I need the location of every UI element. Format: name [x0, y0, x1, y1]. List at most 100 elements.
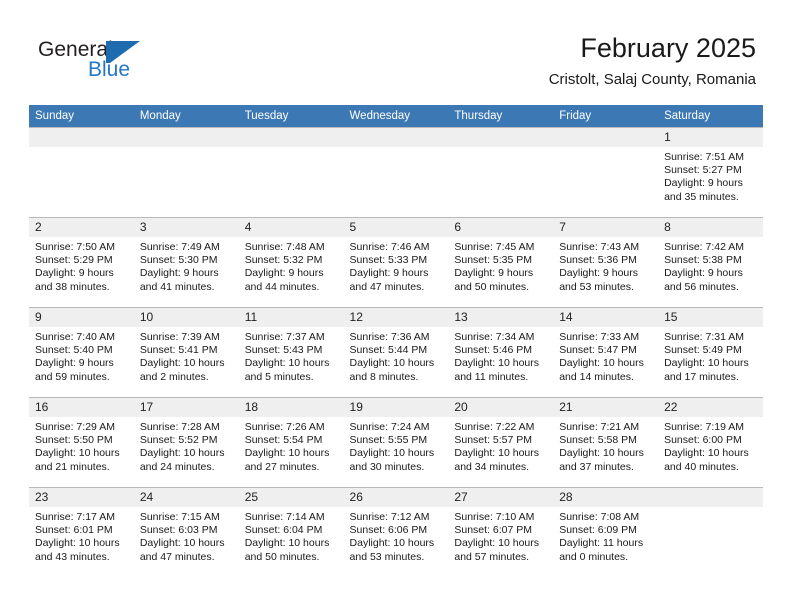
- daylight-duration-line2: and 34 minutes.: [454, 460, 530, 473]
- day-number: 3: [133, 218, 239, 237]
- day-number: 17: [133, 398, 239, 417]
- day-number: 14: [553, 308, 659, 327]
- day-cell[interactable]: 20 Sunrise: 7:22 AM Sunset: 5:57 PM Dayligh…: [448, 397, 554, 487]
- day-cell[interactable]: 4 Sunrise: 7:48 AM Sunset: 5:32 PM Daylight…: [238, 217, 344, 307]
- day-cell[interactable]: 27 Sunrise: 7:10 AM Sunset: 6:07 PM Dayligh…: [448, 487, 554, 577]
- day-cell[interactable]: 28 Sunrise: 7:08 AM Sunset: 6:09 PM Dayligh…: [553, 487, 659, 577]
- empty-day-cell: [448, 127, 554, 217]
- calendar-cell: [133, 127, 239, 217]
- daylight-duration-line1: Daylight: 10 hours: [454, 447, 540, 460]
- calendar-week-row: 2 Sunrise: 7:50 AM Sunset: 5:29 PM Daylight…: [29, 217, 763, 307]
- day-sun-info: Sunrise: 7:48 AM Sunset: 5:32 PM Daylight:…: [239, 237, 344, 294]
- sunrise-time: Sunrise: 7:40 AM: [35, 331, 115, 343]
- calendar-cell: 13 Sunrise: 7:34 AM Sunset: 5:46 PM Dayligh…: [448, 307, 554, 397]
- sunrise-time: Sunrise: 7:45 AM: [454, 241, 535, 253]
- weekday-header-sunday: Sunday: [29, 105, 134, 127]
- day-number: 9: [29, 308, 134, 327]
- daylight-duration-line2: and 5 minutes.: [244, 370, 314, 383]
- sunrise-time: Sunrise: 7:28 AM: [139, 421, 220, 433]
- calendar-cell: 8 Sunrise: 7:42 AM Sunset: 5:38 PM Daylight…: [658, 217, 763, 307]
- sunrise-time: Sunrise: 7:21 AM: [559, 421, 640, 433]
- day-cell[interactable]: 22 Sunrise: 7:19 AM Sunset: 6:00 PM Dayligh…: [658, 397, 763, 487]
- day-sun-info: Sunrise: 7:28 AM Sunset: 5:52 PM Daylight:…: [134, 417, 239, 474]
- day-cell[interactable]: 1 Sunrise: 7:51 AM Sunset: 5:27 PM Daylight…: [658, 127, 763, 217]
- weekday-header-wednesday: Wednesday: [343, 105, 449, 127]
- day-cell[interactable]: 10 Sunrise: 7:39 AM Sunset: 5:41 PM Dayligh…: [133, 307, 239, 397]
- daylight-duration-line1: Daylight: 10 hours: [244, 357, 330, 370]
- daylight-duration-line2: and 59 minutes.: [35, 370, 110, 383]
- day-cell[interactable]: 24 Sunrise: 7:15 AM Sunset: 6:03 PM Dayligh…: [133, 487, 239, 577]
- daylight-duration-line1: Daylight: 9 hours: [454, 267, 534, 280]
- daylight-duration-line2: and 24 minutes.: [139, 460, 215, 473]
- weekday-header-friday: Friday: [553, 105, 659, 127]
- day-cell[interactable]: 25 Sunrise: 7:14 AM Sunset: 6:04 PM Dayligh…: [238, 487, 344, 577]
- sunset-time: Sunset: 5:43 PM: [244, 344, 323, 357]
- day-cell[interactable]: 15 Sunrise: 7:31 AM Sunset: 5:49 PM Dayligh…: [658, 307, 763, 397]
- day-cell[interactable]: 17 Sunrise: 7:28 AM Sunset: 5:52 PM Dayligh…: [133, 397, 239, 487]
- sunrise-time: Sunrise: 7:17 AM: [35, 511, 115, 523]
- day-cell[interactable]: 9 Sunrise: 7:40 AM Sunset: 5:40 PM Daylight…: [29, 307, 134, 397]
- calendar-cell: 24 Sunrise: 7:15 AM Sunset: 6:03 PM Dayligh…: [133, 487, 239, 577]
- sunset-time: Sunset: 5:40 PM: [35, 344, 113, 357]
- daylight-duration-line1: Daylight: 10 hours: [244, 537, 330, 550]
- day-cell[interactable]: 7 Sunrise: 7:43 AM Sunset: 5:36 PM Daylight…: [553, 217, 659, 307]
- sunset-time: Sunset: 5:57 PM: [454, 434, 533, 447]
- day-cell[interactable]: 8 Sunrise: 7:42 AM Sunset: 5:38 PM Daylight…: [658, 217, 763, 307]
- calendar-cell: 4 Sunrise: 7:48 AM Sunset: 5:32 PM Daylight…: [238, 217, 344, 307]
- daylight-duration-line1: Daylight: 10 hours: [349, 537, 435, 550]
- day-number: 20: [448, 398, 554, 417]
- sunset-time: Sunset: 6:04 PM: [244, 524, 323, 537]
- sunset-time: Sunset: 5:30 PM: [139, 254, 218, 267]
- day-cell[interactable]: 11 Sunrise: 7:37 AM Sunset: 5:43 PM Dayligh…: [238, 307, 344, 397]
- day-cell[interactable]: 18 Sunrise: 7:26 AM Sunset: 5:54 PM Dayligh…: [238, 397, 344, 487]
- day-cell[interactable]: 19 Sunrise: 7:24 AM Sunset: 5:55 PM Dayligh…: [343, 397, 449, 487]
- day-sun-info: Sunrise: 7:21 AM Sunset: 5:58 PM Daylight:…: [553, 417, 658, 474]
- calendar-cell: 10 Sunrise: 7:39 AM Sunset: 5:41 PM Dayligh…: [133, 307, 239, 397]
- day-number: 24: [133, 488, 239, 507]
- day-cell[interactable]: 21 Sunrise: 7:21 AM Sunset: 5:58 PM Dayligh…: [553, 397, 659, 487]
- day-cell[interactable]: 12 Sunrise: 7:36 AM Sunset: 5:44 PM Dayligh…: [343, 307, 449, 397]
- calendar-cell: 7 Sunrise: 7:43 AM Sunset: 5:36 PM Daylight…: [553, 217, 659, 307]
- day-sun-info: Sunrise: 7:43 AM Sunset: 5:36 PM Daylight:…: [553, 237, 658, 294]
- calendar-cell: 2 Sunrise: 7:50 AM Sunset: 5:29 PM Daylight…: [29, 217, 134, 307]
- day-cell[interactable]: 26 Sunrise: 7:12 AM Sunset: 6:06 PM Dayligh…: [343, 487, 449, 577]
- day-cell[interactable]: 5 Sunrise: 7:46 AM Sunset: 5:33 PM Daylight…: [343, 217, 449, 307]
- brand-name-blue: Blue: [88, 58, 131, 81]
- day-cell[interactable]: 3 Sunrise: 7:49 AM Sunset: 5:30 PM Daylight…: [133, 217, 239, 307]
- calendar-cell: [238, 127, 344, 217]
- daylight-duration-line2: and 57 minutes.: [454, 550, 530, 563]
- sunrise-time: Sunrise: 7:51 AM: [664, 151, 745, 163]
- day-sun-info: Sunrise: 7:10 AM Sunset: 6:07 PM Daylight:…: [448, 507, 553, 564]
- sunset-time: Sunset: 6:07 PM: [454, 524, 533, 537]
- day-sun-info: Sunrise: 7:26 AM Sunset: 5:54 PM Daylight:…: [239, 417, 344, 474]
- day-cell[interactable]: 23 Sunrise: 7:17 AM Sunset: 6:01 PM Dayligh…: [29, 487, 134, 577]
- sunset-time: Sunset: 5:52 PM: [139, 434, 218, 447]
- calendar-week-row: 23 Sunrise: 7:17 AM Sunset: 6:01 PM Dayligh…: [29, 487, 763, 577]
- sunrise-time: Sunrise: 7:34 AM: [454, 331, 535, 343]
- daylight-duration-line1: Daylight: 9 hours: [35, 267, 114, 280]
- calendar-cell: 11 Sunrise: 7:37 AM Sunset: 5:43 PM Dayligh…: [238, 307, 344, 397]
- day-cell[interactable]: 13 Sunrise: 7:34 AM Sunset: 5:46 PM Dayligh…: [448, 307, 554, 397]
- calendar-cell: [343, 127, 449, 217]
- day-cell[interactable]: 14 Sunrise: 7:33 AM Sunset: 5:47 PM Dayligh…: [553, 307, 659, 397]
- daylight-duration-line2: and 27 minutes.: [244, 460, 320, 473]
- sunset-time: Sunset: 5:54 PM: [244, 434, 323, 447]
- day-number: 8: [658, 218, 763, 237]
- day-number: 13: [448, 308, 554, 327]
- day-cell[interactable]: 16 Sunrise: 7:29 AM Sunset: 5:50 PM Dayligh…: [29, 397, 134, 487]
- sunrise-time: Sunrise: 7:14 AM: [244, 511, 325, 523]
- day-cell[interactable]: 6 Sunrise: 7:45 AM Sunset: 5:35 PM Daylight…: [448, 217, 554, 307]
- daylight-duration-line1: Daylight: 10 hours: [139, 537, 225, 550]
- sunset-time: Sunset: 5:44 PM: [349, 344, 428, 357]
- weekday-header-tuesday: Tuesday: [238, 105, 344, 127]
- calendar-week-row: 9 Sunrise: 7:40 AM Sunset: 5:40 PM Daylight…: [29, 307, 763, 397]
- day-sun-info: Sunrise: 7:51 AM Sunset: 5:27 PM Daylight:…: [658, 147, 763, 204]
- calendar-cell: 5 Sunrise: 7:46 AM Sunset: 5:33 PM Daylight…: [343, 217, 449, 307]
- daylight-duration-line1: Daylight: 10 hours: [559, 447, 644, 460]
- sunset-time: Sunset: 5:41 PM: [139, 344, 218, 357]
- day-sun-info: Sunrise: 7:24 AM Sunset: 5:55 PM Daylight:…: [344, 417, 449, 474]
- calendar-cell: 12 Sunrise: 7:36 AM Sunset: 5:44 PM Dayligh…: [343, 307, 449, 397]
- calendar-week-row: 16 Sunrise: 7:29 AM Sunset: 5:50 PM Dayligh…: [29, 397, 763, 487]
- day-cell[interactable]: 2 Sunrise: 7:50 AM Sunset: 5:29 PM Daylight…: [29, 217, 134, 307]
- daylight-duration-line1: Daylight: 10 hours: [349, 447, 435, 460]
